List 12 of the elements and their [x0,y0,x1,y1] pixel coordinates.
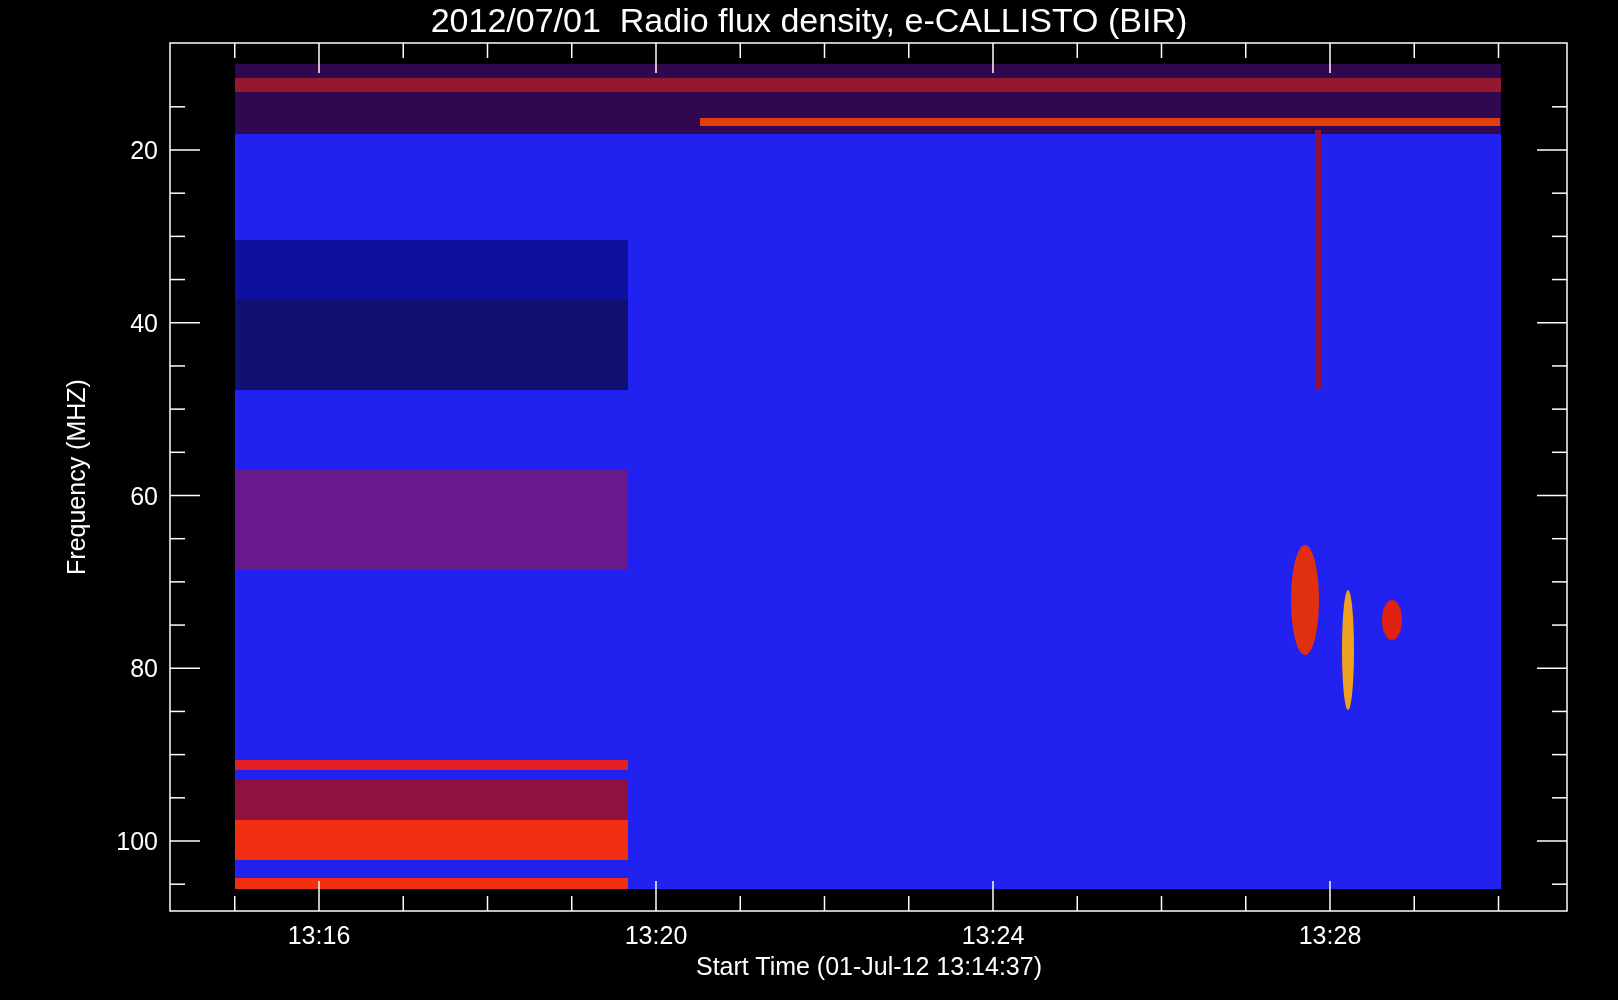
tick-label: 13:16 [287,921,351,949]
tick-label: 13:28 [1298,921,1362,949]
tick-label: 13:20 [624,921,688,949]
tick-label: 20 [130,136,158,164]
tick-label: 13:24 [961,921,1025,949]
tick-label: 100 [116,827,158,855]
chart-title: 2012/07/01 Radio flux density, e-CALLISTO (BIR) [430,1,1188,39]
tick-label: 80 [130,654,158,683]
tick-label: 60 [130,481,158,510]
tick-label: 40 [130,308,158,337]
axis-label: Frequency (MHZ) [62,379,90,575]
axis-label: Start Time (01-Jul-12 13:14:37) [696,952,1042,980]
